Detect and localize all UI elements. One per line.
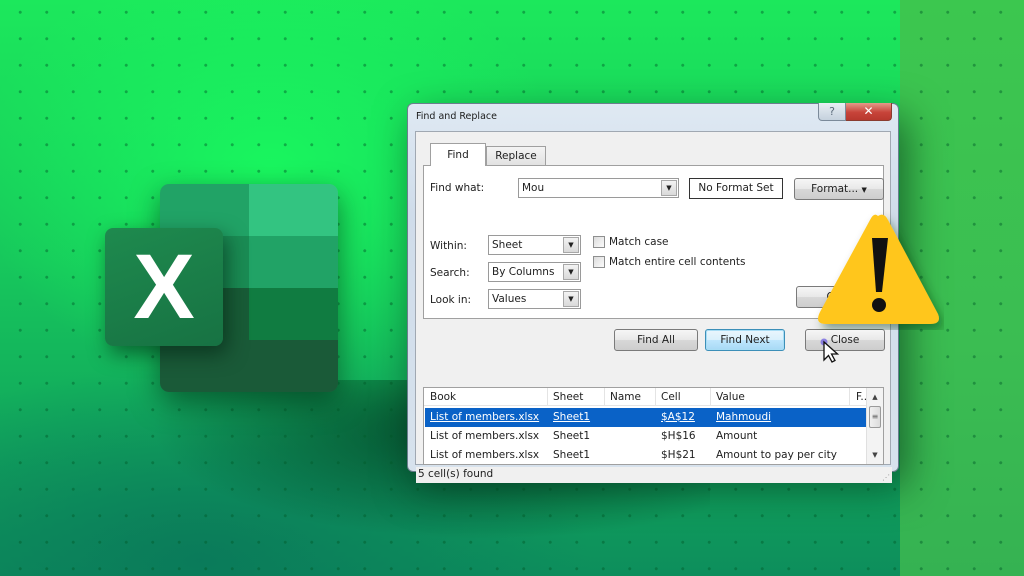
close-icon[interactable]: ✕ [846, 103, 892, 121]
find-what-label: Find what: [430, 182, 485, 194]
look-in-select[interactable]: Values ▼ [488, 289, 581, 309]
results-scrollbar[interactable]: ▲ ≡ ▼ [866, 388, 883, 464]
warning-exclamation-dot [872, 298, 886, 312]
column-header-book[interactable]: Book [430, 391, 456, 403]
column-divider[interactable] [604, 388, 605, 406]
help-button[interactable]: ? [818, 103, 846, 121]
column-header-value[interactable]: Value [716, 391, 745, 403]
result-row[interactable]: List of members.xlsx Sheet1 $A$12 Mahmou… [425, 408, 877, 427]
warning-icon [818, 214, 939, 324]
row-sheet[interactable]: Sheet1 [553, 411, 590, 423]
within-select[interactable]: Sheet ▼ [488, 235, 581, 255]
excel-logo-cell [160, 340, 338, 392]
match-case-label: Match case [609, 236, 669, 248]
column-divider[interactable] [655, 388, 656, 406]
find-next-button[interactable]: Find Next [705, 329, 785, 351]
format-button[interactable]: Format... ▼ [794, 178, 884, 200]
status-bar: 5 cell(s) found ⋰ [416, 467, 892, 483]
column-divider[interactable] [547, 388, 548, 406]
scroll-up-icon[interactable]: ▲ [867, 390, 883, 404]
row-book: List of members.xlsx [430, 430, 540, 442]
excel-logo-cell [249, 288, 338, 340]
match-entire-checkbox[interactable] [593, 256, 605, 268]
row-sheet: Sheet1 [553, 449, 591, 461]
scroll-thumb[interactable]: ≡ [869, 406, 881, 428]
result-row[interactable]: List of members.xlsx Sheet1 $H$16 Amount [425, 427, 877, 446]
look-in-label: Look in: [430, 294, 472, 306]
tab-find[interactable]: Find [430, 143, 486, 166]
find-next-label: Find Next [720, 334, 770, 346]
search-select[interactable]: By Columns ▼ [488, 262, 581, 282]
match-entire-label: Match entire cell contents [609, 256, 746, 268]
excel-logo-cell [249, 236, 338, 288]
find-all-label: Find All [637, 334, 675, 346]
row-book[interactable]: List of members.xlsx [430, 411, 539, 423]
resize-grip-icon[interactable]: ⋰ [882, 473, 890, 482]
scroll-down-icon[interactable]: ▼ [867, 448, 883, 462]
find-all-button[interactable]: Find All [614, 329, 698, 351]
column-divider[interactable] [849, 388, 850, 406]
mouse-cursor-icon [820, 338, 840, 363]
tab-find-label: Find [447, 149, 469, 161]
format-button-label: Format... [811, 183, 859, 195]
chevron-down-icon[interactable]: ▼ [563, 264, 579, 280]
search-label: Search: [430, 267, 470, 279]
excel-logo-icon: X [105, 228, 223, 346]
chevron-down-icon[interactable]: ▼ [563, 291, 579, 307]
within-value: Sheet [492, 239, 523, 251]
look-in-value: Values [492, 293, 527, 305]
row-cell[interactable]: $A$12 [661, 411, 695, 423]
row-value: Amount to pay per city [716, 449, 837, 461]
results-list[interactable]: Book Sheet Name Cell Value F.. List of m… [423, 387, 884, 465]
row-cell: $H$21 [661, 449, 696, 461]
chevron-down-icon[interactable]: ▼ [661, 180, 677, 196]
find-what-input[interactable]: Mou ▼ [518, 178, 679, 198]
search-value: By Columns [492, 266, 555, 278]
row-book: List of members.xlsx [430, 449, 540, 461]
tab-replace-label: Replace [495, 150, 537, 162]
row-value: Amount [716, 430, 758, 442]
column-header-sheet[interactable]: Sheet [553, 391, 583, 403]
dialog-titlebar[interactable]: Find and Replace ? ✕ [408, 103, 898, 129]
column-header-name[interactable]: Name [610, 391, 641, 403]
within-label: Within: [430, 240, 467, 252]
excel-logo-cell [249, 184, 338, 236]
result-row[interactable]: List of members.xlsx Sheet1 $H$21 Amount… [425, 446, 877, 465]
row-sheet: Sheet1 [553, 430, 591, 442]
row-value[interactable]: Mahmoudi [716, 411, 771, 423]
status-text: 5 cell(s) found [418, 468, 494, 480]
row-cell: $H$16 [661, 430, 696, 442]
excel-logo-letter: X [133, 235, 195, 338]
column-divider[interactable] [710, 388, 711, 406]
close-button[interactable]: Close [805, 329, 885, 351]
column-header-cell[interactable]: Cell [661, 391, 681, 403]
tab-replace[interactable]: Replace [486, 146, 546, 165]
chevron-down-icon: ▼ [861, 186, 867, 194]
chevron-down-icon[interactable]: ▼ [563, 237, 579, 253]
find-what-value: Mou [522, 182, 545, 194]
format-preview: No Format Set [689, 178, 783, 199]
results-header: Book Sheet Name Cell Value F.. [424, 388, 876, 406]
dialog-title: Find and Replace [416, 111, 497, 122]
match-case-checkbox[interactable] [593, 236, 605, 248]
